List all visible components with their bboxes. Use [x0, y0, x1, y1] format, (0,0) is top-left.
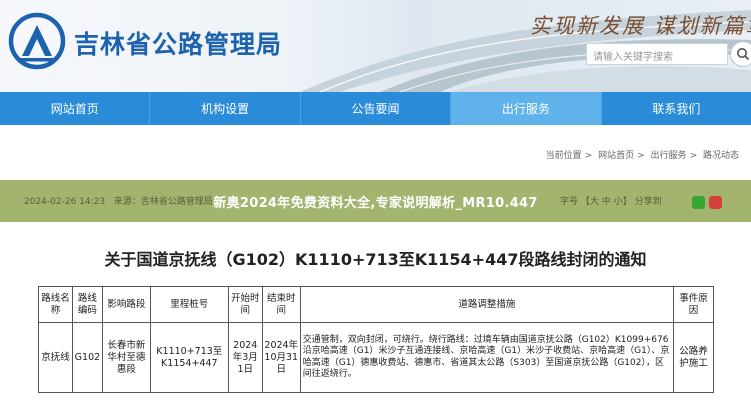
- share-label: 分享到: [634, 197, 662, 207]
- cell-affected-section: 长春市新华村至德惠段: [101, 322, 151, 393]
- font-size-large[interactable]: 大: [590, 197, 599, 207]
- table-header-row: 路线名称 路线编码 影响路段 里程桩号 开始时间 结束时间 道路调整措施 事件原…: [38, 286, 714, 323]
- cell-measures: 交通管制，双向封闭，可绕行。绕行路线：过境车辆由国道京抚公路（G102）K109…: [299, 322, 675, 393]
- cell-stake: K1110+713至K1154+447: [149, 322, 229, 393]
- col-header-start-time: 开始时间: [227, 286, 263, 323]
- col-header-route-code: 路线编码: [71, 286, 103, 323]
- main-nav: 网站首页 机构设置 公告要闻 出行服务 联系我们: [0, 92, 751, 125]
- weibo-share-icon[interactable]: [709, 196, 722, 209]
- breadcrumb-travel[interactable]: 出行服务: [651, 151, 687, 161]
- breadcrumb-road-status[interactable]: 路况动态: [703, 151, 739, 161]
- cell-route-code: G102: [71, 322, 103, 393]
- breadcrumb-prefix: 当前位置: [545, 151, 582, 161]
- col-header-affected-section: 影响路段: [101, 286, 151, 323]
- col-header-end-time: 结束时间: [261, 286, 301, 323]
- col-header-reason: 事件原因: [673, 286, 714, 323]
- nav-item-home[interactable]: 网站首页: [0, 92, 151, 125]
- cell-start-time: 2024年3月1日: [227, 322, 263, 393]
- bureau-logo-icon: [8, 12, 66, 70]
- article-title: 关于国道京抚线（G102）K1110+713至K1154+447段路线封闭的通知: [104, 250, 647, 269]
- nav-item-organization[interactable]: 机构设置: [150, 92, 301, 125]
- search-input[interactable]: 请输入关键字搜索: [586, 43, 728, 65]
- font-size-medium[interactable]: 中: [602, 197, 611, 207]
- site-header: 吉林省公路管理局 实现新发展 谋划新篇章 请输入关键字搜索: [0, 0, 751, 92]
- share-icons: [692, 196, 722, 209]
- breadcrumb: 当前位置 > 网站首页 > 出行服务 > 路况动态: [545, 151, 739, 161]
- cell-end-time: 2024年10月31日: [261, 322, 301, 393]
- search-button[interactable]: [730, 41, 751, 67]
- font-size-small[interactable]: 小: [614, 197, 623, 207]
- nav-item-travel-services[interactable]: 出行服务: [451, 92, 602, 125]
- table-row: 京抚线 G102 长春市新华村至德惠段 K1110+713至K1154+447 …: [38, 322, 714, 393]
- article-meta-right: 字号 【大 中 小】 分享到: [560, 197, 662, 207]
- font-size-label: 字号: [560, 197, 579, 207]
- col-header-route-name: 路线名称: [38, 286, 73, 323]
- nav-item-news[interactable]: 公告要闻: [301, 92, 452, 125]
- wechat-share-icon[interactable]: [692, 196, 705, 209]
- search-icon: [737, 48, 750, 61]
- col-header-stake: 里程桩号: [149, 286, 229, 323]
- road-closure-table: 路线名称 路线编码 影响路段 里程桩号 开始时间 结束时间 道路调整措施 事件原…: [38, 286, 714, 393]
- nav-item-contact[interactable]: 联系我们: [602, 92, 751, 125]
- site-name: 吉林省公路管理局: [74, 30, 283, 59]
- header-slogan: 实现新发展 谋划新篇章: [530, 14, 751, 38]
- breadcrumb-home[interactable]: 网站首页: [598, 151, 634, 161]
- col-header-measures: 道路调整措施: [299, 286, 675, 323]
- cell-reason: 公路养护施工: [673, 322, 714, 393]
- cell-route-name: 京抚线: [38, 322, 73, 393]
- article-meta-bar: 2024-02-26 14:23 来源：吉林省公路管理局 新奥2024年免费资料…: [0, 180, 751, 222]
